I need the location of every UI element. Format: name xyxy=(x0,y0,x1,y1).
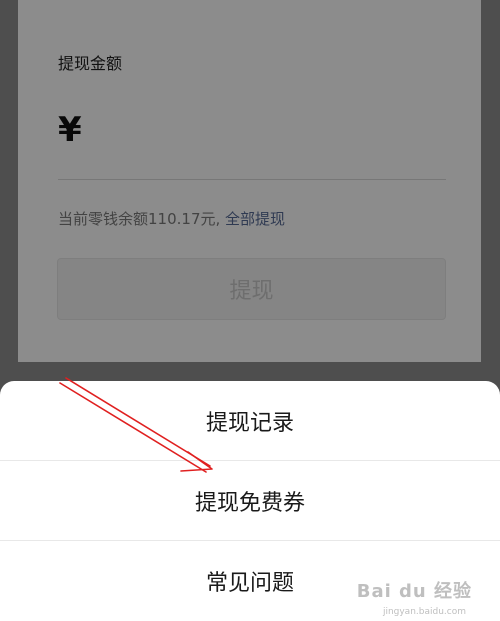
watermark-logo: Bai du 经验 xyxy=(356,581,472,602)
sheet-item-withdraw-free-coupon[interactable]: 提现免费券 xyxy=(0,461,500,541)
watermark-url: jingyan.baidu.com xyxy=(382,607,466,617)
sheet-item-withdraw-records[interactable]: 提现记录 xyxy=(0,381,500,461)
